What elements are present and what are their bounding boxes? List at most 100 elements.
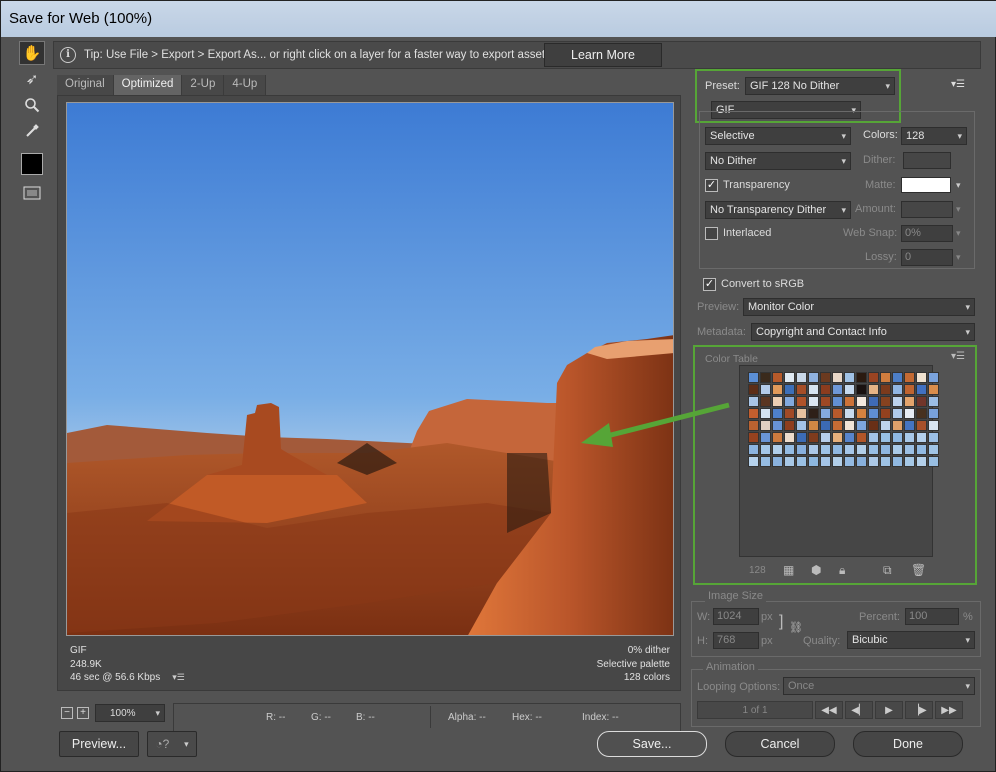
zoom-icon[interactable] <box>19 93 45 117</box>
looping-select[interactable]: Once▾ <box>783 677 975 695</box>
color-swatch[interactable] <box>892 408 903 419</box>
color-swatch[interactable] <box>868 408 879 419</box>
color-swatch[interactable] <box>856 384 867 395</box>
color-swatch[interactable] <box>880 372 891 383</box>
color-swatch[interactable] <box>808 420 819 431</box>
color-swatch[interactable] <box>820 384 831 395</box>
color-swatch[interactable] <box>808 408 819 419</box>
color-swatch[interactable] <box>832 384 843 395</box>
color-swatch[interactable] <box>772 420 783 431</box>
color-swatch[interactable] <box>844 396 855 407</box>
color-swatch[interactable] <box>916 372 927 383</box>
browser-preview-button[interactable]: ◔? ▾ <box>147 731 197 757</box>
convert-srgb-checkbox[interactable]: ✓ <box>703 278 716 291</box>
tab-original[interactable]: Original <box>57 75 114 95</box>
color-swatch[interactable] <box>796 456 807 467</box>
done-button[interactable]: Done <box>853 731 963 757</box>
color-swatch[interactable] <box>904 396 915 407</box>
color-swatch[interactable] <box>772 444 783 455</box>
percent-field[interactable]: 100 <box>905 608 959 625</box>
color-swatch[interactable] <box>820 408 831 419</box>
tab-optimized[interactable]: Optimized <box>114 75 183 95</box>
color-swatch[interactable] <box>856 444 867 455</box>
next-frame-button[interactable]: ▕▶ <box>905 701 933 719</box>
color-swatch[interactable] <box>760 444 771 455</box>
color-swatch[interactable] <box>892 456 903 467</box>
color-swatch[interactable] <box>892 420 903 431</box>
color-swatch[interactable] <box>772 396 783 407</box>
color-swatch[interactable] <box>904 408 915 419</box>
zoom-level-select[interactable]: 100%▾ <box>95 704 165 722</box>
color-swatch[interactable] <box>928 396 939 407</box>
color-swatch[interactable] <box>880 408 891 419</box>
reduction-select[interactable]: Selective▾ <box>705 127 851 145</box>
color-swatch[interactable] <box>820 444 831 455</box>
color-swatch[interactable] <box>928 384 939 395</box>
learn-more-button[interactable]: Learn More <box>544 43 662 67</box>
color-swatch[interactable] <box>796 432 807 443</box>
color-swatch[interactable] <box>832 396 843 407</box>
eyedropper-icon[interactable] <box>19 119 45 143</box>
color-swatch[interactable] <box>760 372 771 383</box>
link-icon[interactable]: ⛓︎ <box>789 621 803 634</box>
color-swatch[interactable] <box>808 432 819 443</box>
color-swatch[interactable] <box>868 432 879 443</box>
color-swatch[interactable] <box>784 456 795 467</box>
color-swatch[interactable] <box>868 456 879 467</box>
color-swatch[interactable] <box>796 444 807 455</box>
color-swatch[interactable] <box>856 456 867 467</box>
tab-4-up[interactable]: 4-Up <box>224 75 266 95</box>
color-swatch[interactable] <box>880 456 891 467</box>
color-swatch[interactable] <box>916 432 927 443</box>
color-swatch[interactable] <box>928 408 939 419</box>
color-swatch[interactable] <box>748 396 759 407</box>
amount-field[interactable] <box>901 201 953 218</box>
color-swatch[interactable] <box>820 420 831 431</box>
transparency-dither-select[interactable]: No Transparency Dither▾ <box>705 201 851 219</box>
color-swatch[interactable] <box>844 432 855 443</box>
zoom-in-button[interactable]: + <box>77 707 89 719</box>
color-swatch[interactable] <box>916 408 927 419</box>
save-button[interactable]: Save... <box>597 731 707 757</box>
color-swatch[interactable] <box>748 408 759 419</box>
first-frame-button[interactable]: ◀◀ <box>815 701 843 719</box>
color-swatch[interactable] <box>760 420 771 431</box>
color-swatch[interactable] <box>784 408 795 419</box>
color-swatch[interactable] <box>916 396 927 407</box>
color-swatch[interactable] <box>844 444 855 455</box>
color-swatch[interactable] <box>916 420 927 431</box>
color-swatch[interactable] <box>832 408 843 419</box>
color-swatch[interactable] <box>748 420 759 431</box>
color-swatch[interactable] <box>772 408 783 419</box>
color-swatch[interactable] <box>772 372 783 383</box>
color-swatch[interactable] <box>904 456 915 467</box>
previous-frame-button[interactable]: ◀▏ <box>845 701 873 719</box>
color-swatch[interactable] <box>916 444 927 455</box>
color-swatch[interactable] <box>904 432 915 443</box>
color-swatch[interactable] <box>880 432 891 443</box>
color-swatch[interactable] <box>772 384 783 395</box>
color-swatch[interactable] <box>880 420 891 431</box>
color-swatch[interactable] <box>892 372 903 383</box>
color-swatch[interactable] <box>868 372 879 383</box>
color-swatch[interactable] <box>796 384 807 395</box>
zoom-out-button[interactable]: − <box>61 707 73 719</box>
color-swatch[interactable] <box>760 456 771 467</box>
color-swatch[interactable] <box>748 384 759 395</box>
color-swatch[interactable] <box>760 384 771 395</box>
color-swatch[interactable] <box>796 396 807 407</box>
color-swatch[interactable] <box>808 396 819 407</box>
color-swatch[interactable] <box>808 372 819 383</box>
color-swatch[interactable] <box>928 456 939 467</box>
chevron-down-icon[interactable]: ▾ <box>956 180 961 191</box>
optimized-image-preview[interactable] <box>66 102 674 636</box>
last-frame-button[interactable]: ▶▶ <box>935 701 963 719</box>
color-swatch[interactable] <box>748 372 759 383</box>
color-swatch[interactable] <box>772 432 783 443</box>
color-swatch[interactable] <box>868 420 879 431</box>
eyedropper-color-swatch[interactable] <box>21 153 43 175</box>
color-swatch[interactable] <box>892 444 903 455</box>
color-swatch[interactable] <box>760 396 771 407</box>
color-swatch[interactable] <box>844 456 855 467</box>
trash-icon[interactable]: 🗑︎ <box>911 563 926 577</box>
